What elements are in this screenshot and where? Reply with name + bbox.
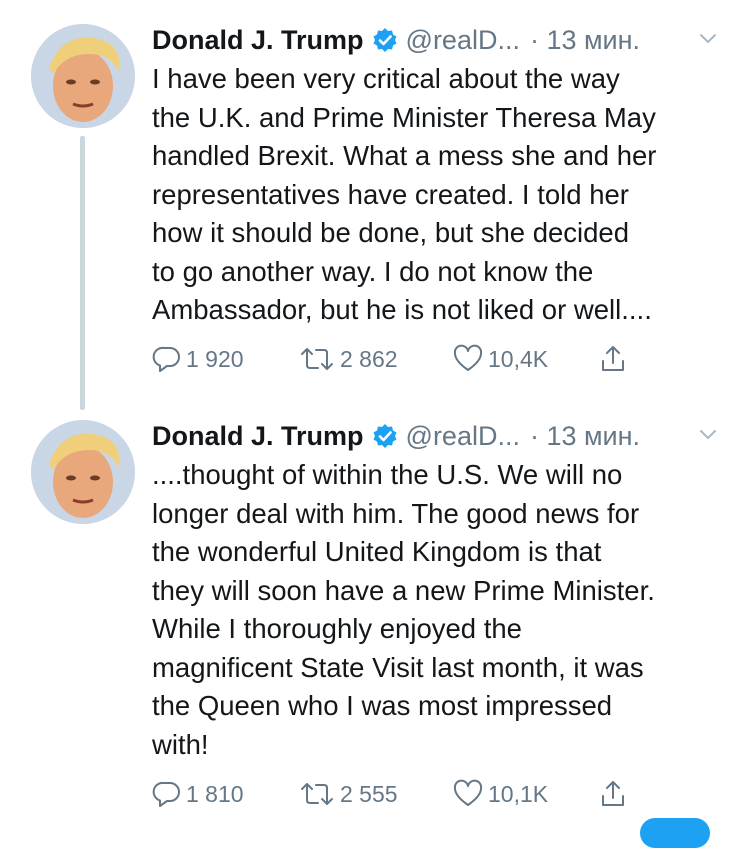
chevron-down-icon[interactable] [697, 26, 719, 48]
like-count: 10,1K [488, 780, 549, 807]
timestamp[interactable]: · 13 мин. [530, 25, 640, 56]
reply-count: 1 920 [186, 345, 244, 372]
handle[interactable]: @realD... [406, 421, 520, 452]
display-name[interactable]: Donald J. Trump [152, 25, 364, 56]
display-name[interactable]: Donald J. Trump [152, 421, 364, 452]
tweet[interactable]: Donald J. Trump @realD... · 13 мин. I ha… [0, 0, 750, 410]
tweet-actions: 1 810 2 555 10,1K [152, 777, 712, 811]
retweet-button[interactable]: 2 555 [298, 777, 398, 811]
avatar[interactable] [31, 24, 135, 128]
reply-icon [152, 344, 186, 374]
tweet-text: ....thought of within the U.S. We will n… [152, 459, 655, 760]
retweet-icon [298, 779, 340, 809]
share-icon [598, 778, 632, 810]
tweet-header: Donald J. Trump @realD... · 13 мин. [152, 418, 732, 454]
thread-line [80, 136, 85, 410]
share-button[interactable] [598, 777, 632, 811]
retweet-icon [298, 344, 340, 374]
retweet-count: 2 862 [340, 345, 398, 372]
share-button[interactable] [598, 342, 632, 376]
reply-button[interactable]: 1 920 [152, 342, 244, 376]
chevron-down-icon[interactable] [697, 422, 719, 444]
like-button[interactable]: 10,4K [452, 342, 548, 376]
compose-button[interactable] [640, 818, 710, 848]
share-icon [598, 343, 632, 375]
verified-badge-icon [372, 27, 398, 53]
tweet-text: I have been very critical about the way … [152, 63, 657, 325]
tweet[interactable]: Donald J. Trump @realD... · 13 мин. ....… [0, 396, 750, 827]
handle[interactable]: @realD... [406, 25, 520, 56]
heart-icon [452, 779, 488, 809]
heart-icon [452, 344, 488, 374]
like-count: 10,4K [488, 345, 549, 372]
avatar[interactable] [31, 420, 135, 524]
retweet-button[interactable]: 2 862 [298, 342, 398, 376]
verified-badge-icon [372, 423, 398, 449]
timestamp[interactable]: · 13 мин. [530, 421, 640, 452]
retweet-count: 2 555 [340, 780, 398, 807]
tweet-actions: 1 920 2 862 10,4K [152, 342, 712, 376]
reply-button[interactable]: 1 810 [152, 777, 244, 811]
reply-count: 1 810 [186, 780, 244, 807]
like-button[interactable]: 10,1K [452, 777, 548, 811]
tweet-header: Donald J. Trump @realD... · 13 мин. [152, 22, 732, 58]
reply-icon [152, 779, 186, 809]
